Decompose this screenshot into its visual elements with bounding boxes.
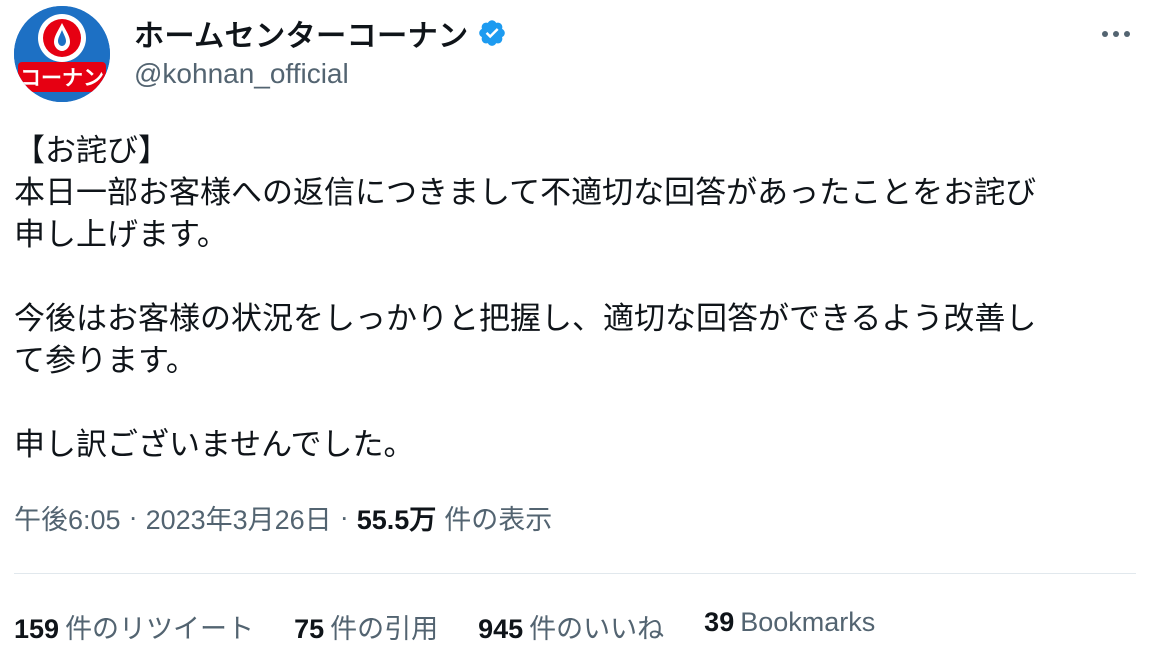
- tweet-line: 申し上げます。: [14, 217, 228, 253]
- tweet-line: 今後はお客様の状況をしっかりと把握し、適切な回答ができるよう改善し: [14, 301, 1037, 337]
- tweet-line: 本日一部お客様への返信につきまして不適切な回答があったことをお詫び: [14, 175, 1037, 211]
- likes-label: 件のいいね: [529, 614, 665, 644]
- tweet-card: コーナン ホームセンターコーナン @kohnan_official 【お詫び】 …: [0, 0, 1150, 662]
- retweets-stat[interactable]: 159 件のリツイート: [14, 607, 254, 646]
- retweets-label: 件のリツイート: [65, 614, 255, 644]
- quotes-count: 75: [294, 614, 325, 644]
- views-count: 55.5万: [356, 505, 437, 535]
- bookmarks-count: 39: [704, 607, 735, 637]
- divider: [14, 573, 1136, 574]
- meta-separator: ·: [128, 502, 138, 532]
- verified-badge-icon[interactable]: [477, 18, 507, 48]
- bookmarks-stat[interactable]: 39 Bookmarks: [704, 607, 875, 646]
- retweets-count: 159: [14, 614, 60, 644]
- quotes-stat[interactable]: 75 件の引用: [294, 607, 438, 646]
- likes-stat[interactable]: 945 件のいいね: [478, 607, 664, 646]
- meta-separator: ·: [339, 502, 349, 532]
- likes-count: 945: [478, 614, 524, 644]
- tweet-text: 【お詫び】 本日一部お客様への返信につきまして不適切な回答があったことをお詫び …: [14, 130, 1139, 466]
- bookmarks-label: Bookmarks: [740, 607, 876, 637]
- more-horizontal-icon[interactable]: [1096, 22, 1136, 46]
- views-label: 件の表示: [444, 505, 553, 535]
- avatar[interactable]: コーナン: [14, 6, 110, 102]
- kohnan-logo: コーナン: [14, 6, 110, 102]
- user-handle[interactable]: @kohnan_official: [134, 58, 507, 90]
- tweet-line: 申し訳ございませんでした。: [14, 427, 415, 463]
- display-name-row: ホームセンターコーナン: [134, 11, 507, 55]
- avatar-logo-text: コーナン: [20, 66, 104, 90]
- display-name[interactable]: ホームセンターコーナン: [134, 11, 469, 55]
- tweet-line: て参ります。: [14, 343, 197, 379]
- tweet-metadata: 午後6:05 · 2023年3月26日 · 55.5万 件の表示: [14, 498, 552, 537]
- user-name-block: ホームセンターコーナン @kohnan_official: [134, 14, 507, 90]
- tweet-date[interactable]: 2023年3月26日: [146, 498, 332, 537]
- tweet-line: 【お詫び】: [14, 133, 169, 169]
- quotes-label: 件の引用: [330, 614, 439, 644]
- tweet-time[interactable]: 午後6:05: [14, 498, 121, 537]
- engagement-stats: 159 件のリツイート 75 件の引用 945 件のいいね 39 Bookmarks: [14, 607, 875, 646]
